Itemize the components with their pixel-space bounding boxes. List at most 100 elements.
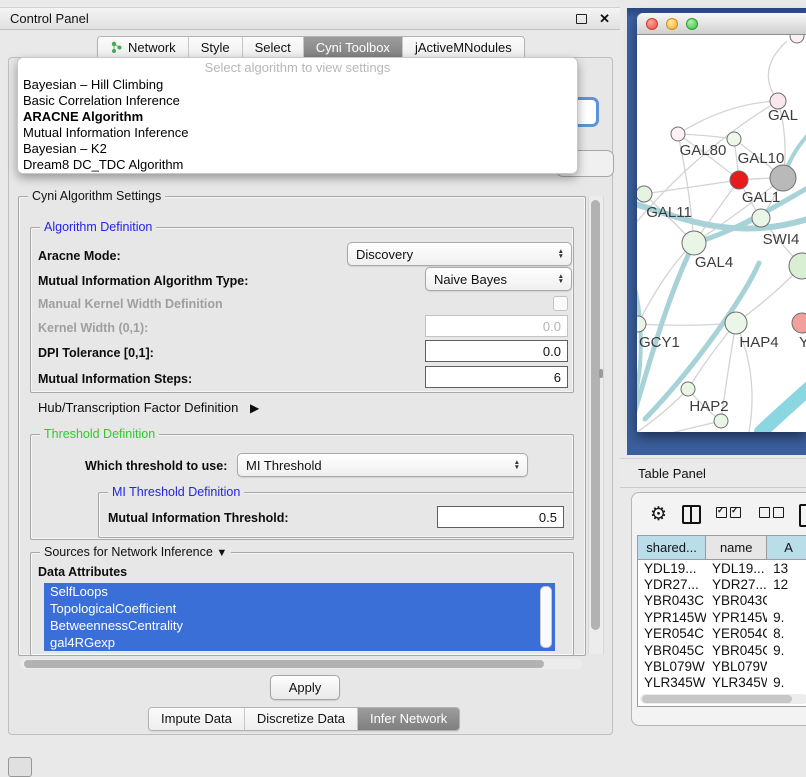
table-row[interactable]: YLR345WYLR345W9. (638, 675, 806, 691)
table-toolbar: ⚙ (632, 493, 806, 535)
network-node[interactable] (770, 165, 796, 191)
tab-style[interactable]: Style (189, 37, 243, 59)
table-panel-title: Table Panel (638, 466, 706, 481)
tab-impute-data[interactable]: Impute Data (149, 708, 245, 730)
table-row[interactable]: YBR043CYBR043C (638, 593, 806, 609)
table-cell: YBL079W (706, 659, 767, 674)
minimized-panel-icon[interactable] (8, 757, 32, 777)
network-node-gcy1[interactable] (637, 316, 646, 332)
table-cell: YBR043C (706, 593, 767, 608)
data-attribute-item[interactable]: BetweennessCentrality (44, 617, 555, 634)
network-node-gal4[interactable] (682, 231, 706, 255)
network-node-hap2[interactable] (681, 382, 695, 396)
data-attribute-item[interactable]: SelfLoops (44, 583, 555, 600)
cyni-bottom-tab-bar: Impute DataDiscretize DataInfer Network (148, 707, 460, 731)
which-threshold-value: MI Threshold (246, 458, 322, 473)
deselect-all-checkboxes-icon[interactable] (759, 505, 787, 523)
dpi-tolerance-value: 0.0 (543, 344, 561, 359)
network-node-hap4[interactable] (725, 312, 747, 334)
table-cell: YLR345W (706, 675, 767, 690)
tab-network[interactable]: Network (98, 37, 189, 59)
column-header[interactable]: A (767, 536, 806, 560)
splitter-handle[interactable] (599, 369, 603, 378)
close-button-icon[interactable] (646, 18, 658, 30)
float-window-icon[interactable] (576, 14, 587, 24)
table-horizontal-scroll-thumb[interactable] (642, 695, 792, 703)
table-cell: 9. (767, 610, 806, 625)
mi-steps-field[interactable]: 6 (425, 366, 568, 388)
table-rows: YDL19...YDL19...13YDR27...YDR27...12YBR0… (638, 560, 806, 696)
document-icon[interactable] (799, 504, 806, 527)
table-cell: 9. (767, 675, 806, 690)
algorithm-option[interactable]: Mutual Information Inference (18, 125, 577, 141)
column-header[interactable]: shared... (638, 536, 706, 560)
combo-arrows-icon: ▲▼ (558, 249, 564, 259)
node-label: GAL10 (738, 150, 785, 167)
gear-icon[interactable]: ⚙ (650, 505, 667, 524)
table-horizontal-scrollbar[interactable] (640, 694, 806, 704)
network-node-gal10[interactable] (727, 132, 741, 146)
settings-vertical-scroll-thumb[interactable] (591, 200, 600, 630)
table-row[interactable]: YDR27...YDR27...12 (638, 576, 806, 592)
algorithm-placeholder: Select algorithm to view settings (18, 58, 577, 77)
tab-select[interactable]: Select (243, 37, 304, 59)
tab-discretize-data[interactable]: Discretize Data (245, 708, 358, 730)
column-header[interactable]: name (706, 536, 767, 560)
node-label: GCY1 (639, 334, 680, 351)
algorithm-option[interactable]: Basic Correlation Inference (18, 93, 577, 109)
network-window-titlebar[interactable] (637, 13, 806, 35)
network-node-gal1[interactable] (730, 171, 748, 189)
tab-jactivemnodules[interactable]: jActiveMNodules (403, 37, 524, 59)
data-attributes-list: SelfLoopsTopologicalCoefficientBetweenne… (44, 583, 555, 651)
network-node-swi4[interactable] (752, 209, 770, 227)
table-cell: YLR345W (638, 675, 706, 690)
network-node-gal11[interactable] (637, 186, 652, 202)
algorithm-option[interactable]: Dream8 DC_TDC Algorithm (18, 157, 577, 173)
tab-cyni-toolbox[interactable]: Cyni Toolbox (304, 37, 403, 59)
manual-kernel-checkbox[interactable] (553, 296, 568, 311)
data-attribute-item[interactable]: gal4RGexp (44, 634, 555, 651)
algorithm-option[interactable]: Bayesian – Hill Climbing (18, 77, 577, 93)
table-cell: YBR045C (638, 643, 706, 658)
table-row[interactable]: YER054CYER054C8. (638, 626, 806, 642)
table-row[interactable]: YBR045CYBR045C9. (638, 642, 806, 658)
settings-horizontal-scroll-thumb[interactable] (24, 660, 544, 668)
table-row[interactable]: YPR145WYPR145W9. (638, 609, 806, 625)
network-node[interactable] (714, 414, 728, 428)
network-node-y[interactable] (792, 313, 806, 333)
cyni-settings-title: Cyni Algorithm Settings (28, 189, 165, 203)
mi-threshold-field[interactable]: 0.5 (437, 506, 564, 528)
algorithm-option[interactable]: Bayesian – K2 (18, 141, 577, 157)
network-node[interactable] (789, 253, 806, 279)
table-cell: YPR145W (638, 610, 706, 625)
network-node-gal80[interactable] (671, 127, 685, 141)
minimize-button-icon[interactable] (666, 18, 678, 30)
node-table: shared...nameA YDL19...YDL19...13YDR27..… (637, 535, 806, 707)
dpi-tolerance-field[interactable]: 0.0 (425, 340, 568, 362)
apply-button[interactable]: Apply (270, 675, 340, 700)
network-node[interactable] (790, 35, 804, 43)
data-attribute-item[interactable]: TopologicalCoefficient (44, 600, 555, 617)
network-icon (110, 41, 123, 54)
network-canvas[interactable]: GALGAL80GAL10GAL1GAL11SWI4GAL4GCY1HAP4YH… (637, 35, 806, 432)
sources-title[interactable]: Sources for Network Inference ▼ (40, 545, 231, 559)
zoom-button-icon[interactable] (686, 18, 698, 30)
mi-type-value: Naive Bayes (434, 272, 507, 287)
threshold-definition-title: Threshold Definition (40, 427, 159, 441)
aracne-mode-combo[interactable]: Discovery ▲▼ (347, 242, 572, 266)
table-row[interactable]: YBL079WYBL079W (638, 658, 806, 674)
combo-arrows-icon: ▲▼ (558, 274, 564, 284)
settings-vertical-scrollbar[interactable] (588, 196, 604, 654)
hub-definition-toggle[interactable]: Hub/Transcription Factor Definition ▶ (38, 400, 259, 415)
select-all-checkboxes-icon[interactable] (716, 505, 744, 523)
table-row[interactable]: YDL19...YDL19...13 (638, 560, 806, 576)
kernel-width-field[interactable]: 0.0 (425, 315, 568, 337)
which-threshold-combo[interactable]: MI Threshold ▲▼ (237, 453, 528, 477)
columns-icon[interactable] (682, 505, 701, 524)
tab-infer-network[interactable]: Infer Network (358, 708, 459, 730)
algorithm-option[interactable]: ARACNE Algorithm (18, 109, 577, 125)
attribute-list-scrollbar[interactable] (540, 586, 552, 648)
close-window-icon[interactable]: ✕ (599, 11, 610, 27)
mi-type-combo[interactable]: Naive Bayes ▲▼ (425, 267, 572, 291)
settings-horizontal-scrollbar[interactable] (20, 659, 582, 669)
